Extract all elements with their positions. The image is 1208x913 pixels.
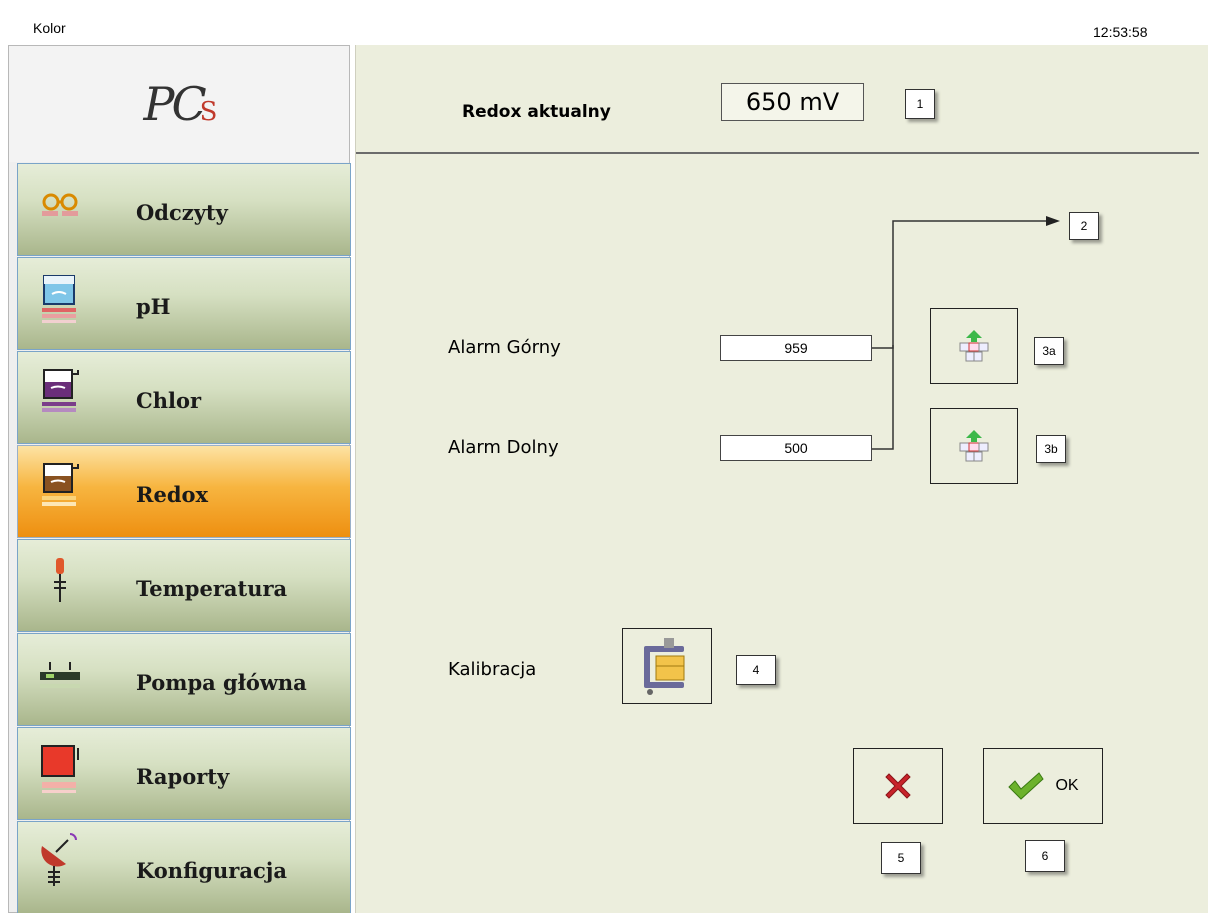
sidebar-item-raporty[interactable]: Raporty (17, 727, 351, 820)
sidebar-item-chlor[interactable]: Chlor (17, 351, 351, 444)
logo-text: PCS (143, 77, 218, 131)
callout-2: 2 (1069, 212, 1099, 240)
sidebar-item-label: Temperatura (136, 576, 288, 601)
sidebar-item-label: Raporty (136, 764, 230, 789)
sidebar-item-odczyty[interactable]: Odczyty (17, 163, 351, 256)
beaker-orange-icon (42, 463, 79, 506)
thermometer-icon (54, 558, 66, 602)
alarm-upper-label: Alarm Górny (448, 337, 561, 358)
redox-current-value: 650 mV (721, 83, 864, 121)
pump-icon (40, 662, 80, 688)
sidebar-item-label: Redox (136, 482, 209, 507)
sidebar-item-label: Konfiguracja (136, 858, 287, 883)
alarm-lower-input[interactable]: 500 (720, 435, 872, 461)
callout-6: 6 (1025, 840, 1065, 872)
logo: PCS (9, 46, 349, 162)
callout-1: 1 (905, 89, 935, 119)
sidebar-item-redox[interactable]: Redox (17, 445, 351, 538)
callout-3a: 3a (1034, 337, 1064, 365)
beaker-purple-icon (42, 369, 79, 412)
alarm-upper-input[interactable]: 959 (720, 335, 872, 361)
title-bar: Kolor 12:53:58 (0, 0, 1208, 45)
clock: 12:53:58 (1093, 24, 1148, 40)
callout-3b: 3b (1036, 435, 1066, 463)
report-icon (41, 745, 79, 793)
keyboard-download-icon (959, 330, 989, 362)
callout-5: 5 (881, 842, 921, 874)
sidebar-item-label: pH (136, 294, 171, 319)
beaker-blue-icon (42, 275, 76, 323)
alarm-lower-label: Alarm Dolny (448, 437, 559, 458)
sidebar-item-label: Chlor (136, 388, 202, 413)
ok-label: OK (1055, 777, 1079, 794)
calibration-clamp-icon (644, 638, 685, 695)
sidebar-item-label: Odczyty (136, 200, 228, 225)
app-title: Kolor (33, 20, 66, 36)
sidebar-item-label: Pompa główna (136, 670, 307, 695)
main-panel: Redox aktualny 650 mV 1 2 Alarm Górny 95… (355, 45, 1208, 913)
callout-4: 4 (736, 655, 776, 685)
keyboard-download-icon (959, 430, 989, 462)
redox-current-label: Redox aktualny (462, 102, 611, 122)
glasses-icon (42, 193, 78, 216)
checkmark-icon (1008, 772, 1045, 800)
set-upper-button[interactable] (930, 308, 1018, 384)
sidebar-item-pompa[interactable]: Pompa główna (17, 633, 351, 726)
sidebar: PCS Odczyty pH Chlor Redox Temperatura P… (8, 45, 351, 913)
sidebar-item-temperatura[interactable]: Temperatura (17, 539, 351, 632)
set-lower-button[interactable] (930, 408, 1018, 484)
calibration-button[interactable] (622, 628, 712, 704)
sidebar-item-ph[interactable]: pH (17, 257, 351, 350)
ok-button[interactable]: OK (983, 748, 1103, 824)
close-icon (885, 773, 911, 799)
header-divider (356, 152, 1199, 154)
satellite-dish-icon (41, 833, 77, 886)
calibration-label: Kalibracja (448, 659, 537, 680)
cancel-button[interactable] (853, 748, 943, 824)
sidebar-item-konfiguracja[interactable]: Konfiguracja (17, 821, 351, 913)
